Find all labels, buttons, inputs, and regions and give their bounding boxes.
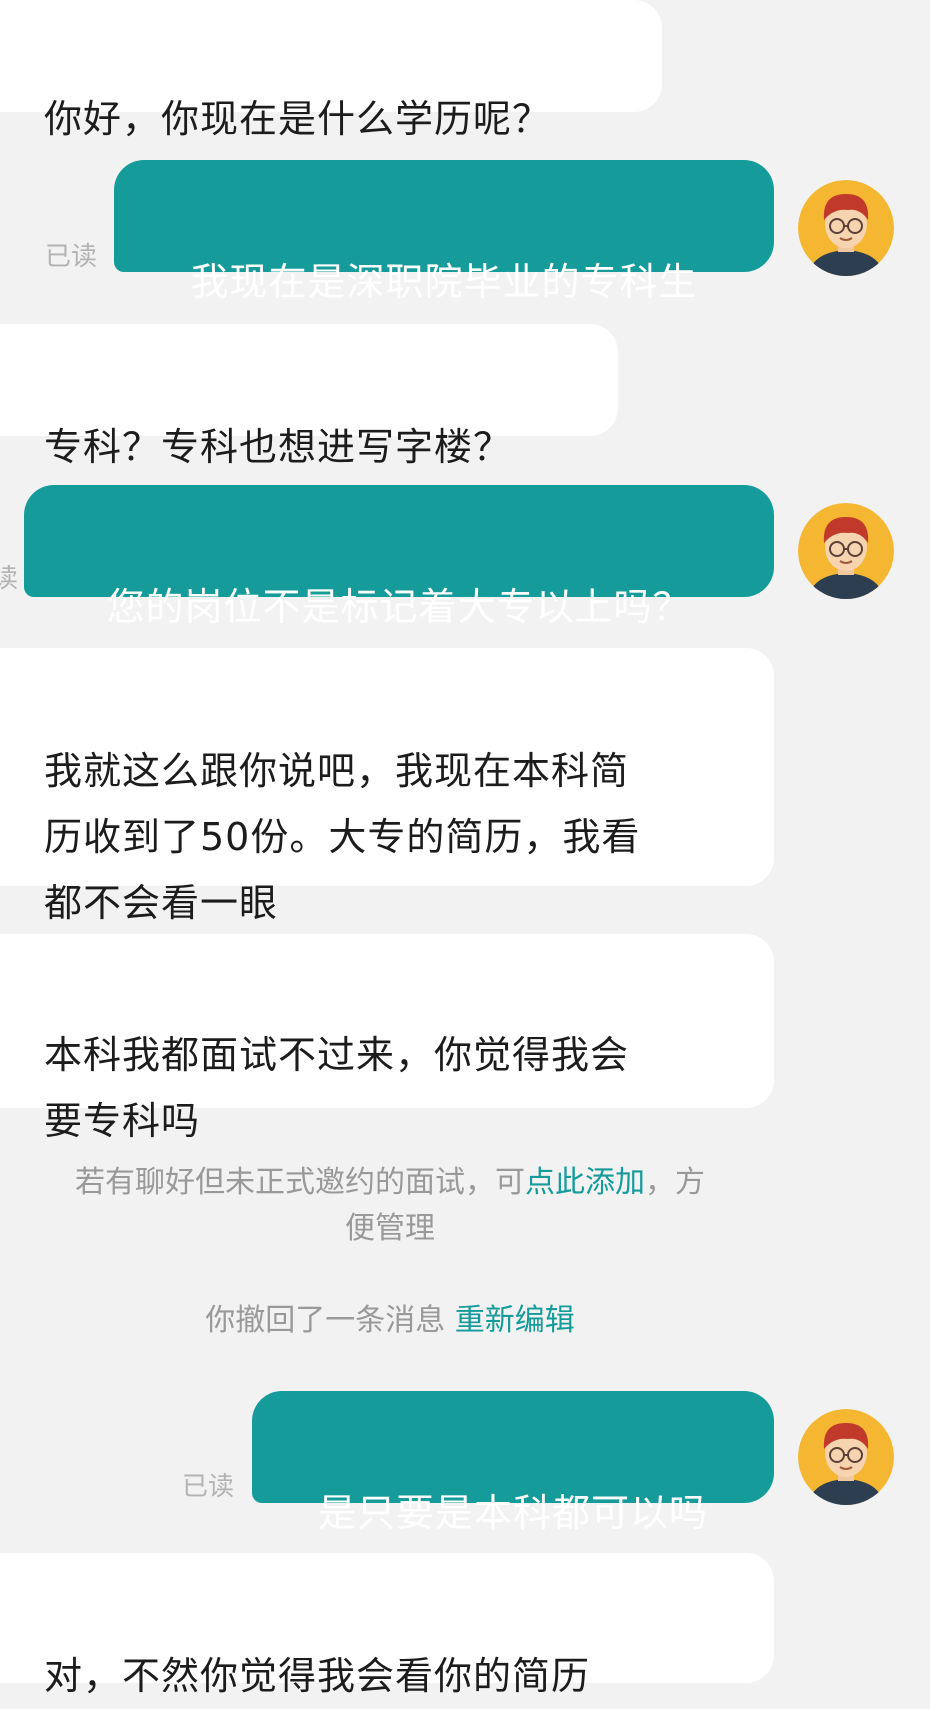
recall-notice: 你撤回了一条消息 重新编辑 xyxy=(0,1298,780,1344)
re-edit-link[interactable]: 重新编辑 xyxy=(455,1303,575,1338)
recall-notice-text: 你撤回了一条消息 xyxy=(205,1303,446,1338)
message-outgoing-1[interactable]: 我现在是深职院毕业的专科生 xyxy=(114,160,774,304)
message-text: 我现在是深职院毕业的专科生 xyxy=(190,260,698,304)
message-incoming-1[interactable]: 你好，你现在是什么学历呢？ xyxy=(0,0,662,141)
interview-notice: 若有聊好但未正式邀约的面试，可点此添加，方 便管理 xyxy=(0,1160,780,1252)
add-interview-link[interactable]: 点此添加 xyxy=(525,1165,645,1200)
interview-notice-prefix: 若有聊好但未正式邀约的面试，可 xyxy=(75,1165,525,1200)
message-text: 本科我都面试不过来，你觉得我会 要专科吗 xyxy=(44,1033,630,1143)
message-incoming-5[interactable]: 对，不然你觉得我会看你的简历 xyxy=(0,1553,774,1698)
message-text: 是只要是本科都可以吗 xyxy=(317,1491,708,1535)
message-text: 专科？专科也想进写字楼？ xyxy=(44,425,513,469)
avatar-icon[interactable] xyxy=(798,1409,894,1505)
message-incoming-4[interactable]: 本科我都面试不过来，你觉得我会 要专科吗 xyxy=(0,934,774,1143)
avatar-icon[interactable] xyxy=(798,503,894,599)
message-outgoing-3[interactable]: 是只要是本科都可以吗 xyxy=(252,1391,774,1535)
read-status: 已读 xyxy=(45,242,98,272)
read-status: 读 xyxy=(0,564,19,594)
message-incoming-2[interactable]: 专科？专科也想进写字楼？ xyxy=(0,324,618,469)
read-status: 已读 xyxy=(182,1472,235,1502)
message-text: 对，不然你觉得我会看你的简历 xyxy=(44,1654,591,1698)
message-outgoing-2[interactable]: 您的岗位不是标记着大专以上吗？ xyxy=(24,485,774,629)
message-text: 你好，你现在是什么学历呢？ xyxy=(44,97,552,141)
message-text: 您的岗位不是标记着大专以上吗？ xyxy=(106,585,692,629)
message-incoming-3[interactable]: 我就这么跟你说吧，我现在本科简 历收到了50份。大专的简历，我看 都不会看一眼 xyxy=(0,648,774,925)
message-text: 我就这么跟你说吧，我现在本科简 历收到了50份。大专的简历，我看 都不会看一眼 xyxy=(44,749,641,925)
avatar-icon[interactable] xyxy=(798,180,894,276)
